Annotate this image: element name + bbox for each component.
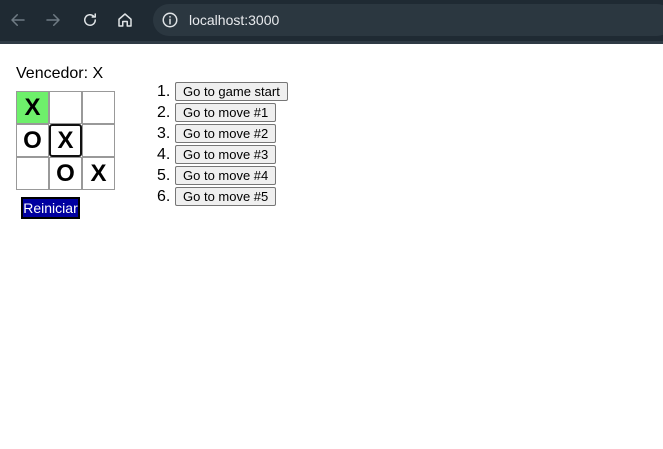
move-number: 6. <box>157 187 171 205</box>
browser-toolbar: localhost:3000 <box>0 0 663 44</box>
reset-button[interactable]: Reiniciar <box>21 197 80 219</box>
home-icon <box>118 13 132 27</box>
go-to-move-button[interactable]: Go to game start <box>175 82 288 101</box>
move-history-list: 1. Go to game start 2. Go to move #1 3. … <box>157 81 288 207</box>
board-square[interactable]: O <box>16 124 49 157</box>
board-square[interactable] <box>82 124 115 157</box>
game-board: X O X O X <box>16 91 115 190</box>
board-square[interactable]: X <box>49 124 82 157</box>
board-square[interactable] <box>49 91 82 124</box>
list-item: 4. Go to move #3 <box>157 144 288 165</box>
board-square[interactable] <box>82 91 115 124</box>
move-number: 1. <box>157 82 171 100</box>
address-bar[interactable]: localhost:3000 <box>153 4 663 36</box>
go-to-move-button[interactable]: Go to move #3 <box>175 145 277 164</box>
board-square[interactable]: X <box>82 157 115 190</box>
list-item: 1. Go to game start <box>157 81 288 102</box>
reload-button[interactable] <box>76 6 104 34</box>
board-square[interactable]: O <box>49 157 82 190</box>
info-icon[interactable] <box>161 11 179 29</box>
go-to-move-button[interactable]: Go to move #2 <box>175 124 277 143</box>
move-number: 3. <box>157 124 171 142</box>
forward-button[interactable] <box>39 6 67 34</box>
list-item: 3. Go to move #2 <box>157 123 288 144</box>
board-square[interactable]: X <box>16 91 49 124</box>
reload-icon <box>84 13 96 26</box>
home-button[interactable] <box>111 6 139 34</box>
arrow-right-icon <box>46 14 60 26</box>
list-item: 2. Go to move #1 <box>157 102 288 123</box>
board-square[interactable] <box>16 157 49 190</box>
go-to-move-button[interactable]: Go to move #4 <box>175 166 277 185</box>
move-number: 2. <box>157 103 171 121</box>
list-item: 5. Go to move #4 <box>157 165 288 186</box>
arrow-left-icon <box>11 14 25 26</box>
go-to-move-button[interactable]: Go to move #1 <box>175 103 277 122</box>
back-button[interactable] <box>4 6 32 34</box>
list-item: 6. Go to move #5 <box>157 186 288 207</box>
move-number: 4. <box>157 145 171 163</box>
url-text: localhost:3000 <box>189 12 280 28</box>
go-to-move-button[interactable]: Go to move #5 <box>175 187 277 206</box>
game-status: Vencedor: X <box>16 65 104 82</box>
move-number: 5. <box>157 166 171 184</box>
